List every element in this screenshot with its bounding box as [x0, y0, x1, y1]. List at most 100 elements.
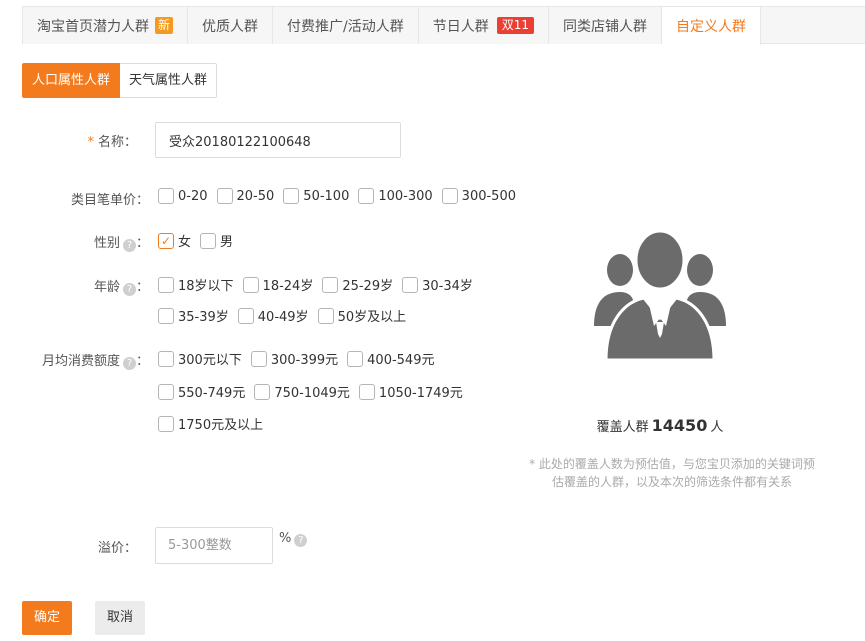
option-label: 0-20: [178, 188, 208, 204]
age-option-25-29[interactable]: 25-29岁: [322, 275, 393, 294]
tab-label: 淘宝首页潜力人群: [37, 18, 149, 35]
option-label: 100-300: [378, 188, 433, 204]
spend-option-under300[interactable]: 300元以下: [158, 349, 242, 368]
coverage-note: * 此处的覆盖人数为预估值，与您宝贝添加的关键词预估覆盖的人群，以及本次的筛选条…: [529, 457, 815, 489]
age-label: 年龄?：: [94, 276, 149, 296]
tab-custom[interactable]: 自定义人群: [662, 7, 762, 45]
option-label: 25-29岁: [342, 279, 394, 294]
checkbox[interactable]: [158, 276, 174, 293]
help-icon[interactable]: ?: [294, 534, 308, 547]
price-option-50-100[interactable]: 50-100: [283, 188, 349, 204]
gender-label: 性别?：: [94, 232, 149, 252]
option-label: 50岁及以上: [337, 310, 407, 325]
price-option-100-300[interactable]: 100-300: [358, 188, 433, 204]
colon: ：: [135, 236, 149, 251]
option-label: 1750元及以上: [178, 418, 264, 433]
gender-option-male[interactable]: 男: [200, 231, 233, 250]
premium-label: 溢价：: [97, 541, 137, 556]
age-option-40-49[interactable]: 40-49岁: [237, 306, 309, 325]
option-label: 300-500: [461, 188, 516, 204]
percent-sign: %: [279, 531, 292, 546]
checkbox[interactable]: [358, 188, 375, 204]
checkbox[interactable]: [158, 350, 174, 367]
checkbox[interactable]: [158, 188, 174, 204]
colon: ：: [135, 354, 149, 369]
people-group-icon: [594, 229, 726, 362]
spend-option-750-1049[interactable]: 750-1049元: [254, 382, 350, 401]
tab-similar-shop[interactable]: 同类店铺人群: [549, 7, 663, 44]
spend-option-300-399[interactable]: 300-399元: [250, 349, 338, 368]
checkbox[interactable]: [402, 276, 419, 293]
tab-holiday[interactable]: 节日人群 双11: [418, 7, 550, 44]
checkbox[interactable]: [200, 232, 217, 249]
age-option-35-39[interactable]: 35-39岁: [158, 306, 229, 325]
age-option-under18[interactable]: 18岁以下: [158, 275, 234, 294]
option-label: 750-1049元: [274, 386, 350, 401]
subtab-demographic[interactable]: 人口属性人群: [22, 63, 121, 98]
option-label: 40-49岁: [257, 310, 309, 325]
tab-quality[interactable]: 优质人群: [188, 7, 274, 44]
spend-option-550-749[interactable]: 550-749元: [158, 382, 245, 401]
age-option-30-34[interactable]: 30-34岁: [402, 275, 473, 294]
help-icon[interactable]: ?: [122, 283, 136, 296]
tab-paid-promotion[interactable]: 付费推广/活动人群: [273, 7, 419, 44]
checkbox[interactable]: [283, 188, 300, 204]
option-label: 30-34岁: [422, 279, 473, 294]
tab-taobao-potential[interactable]: 淘宝首页潜力人群 新: [23, 7, 189, 44]
spend-options-row2: 550-749元 750-1049元 1050-1749元: [158, 382, 472, 401]
new-badge: 新: [155, 17, 174, 34]
price-option-20-50[interactable]: 20-50: [216, 188, 275, 204]
age-label-text: 年龄: [93, 280, 120, 295]
coverage-prefix: 覆盖人群: [596, 420, 649, 435]
checkbox[interactable]: [317, 307, 334, 324]
checkmark-icon[interactable]: ✓: [158, 232, 174, 249]
gender-options: ✓ 女 男: [158, 231, 242, 250]
checkbox[interactable]: [322, 276, 339, 293]
price-option-300-500[interactable]: 300-500: [441, 188, 516, 204]
crowd-tabs: 淘宝首页潜力人群 新 优质人群 付费推广/活动人群 节日人群 双11 同类店铺人…: [22, 6, 865, 45]
option-label: 550-749元: [178, 386, 246, 401]
price-option-0-20[interactable]: 0-20: [158, 188, 208, 204]
checkbox[interactable]: [242, 276, 259, 293]
tab-label: 自定义人群: [676, 19, 747, 35]
checkbox[interactable]: [441, 188, 458, 204]
option-label: 男: [220, 235, 234, 250]
checkbox[interactable]: [254, 383, 271, 400]
checkbox[interactable]: [250, 350, 267, 367]
age-options-row1: 18岁以下 18-24岁 25-29岁 30-34岁: [158, 275, 482, 294]
help-icon[interactable]: ?: [122, 357, 136, 370]
checkbox[interactable]: [358, 383, 375, 400]
checkbox[interactable]: [237, 307, 254, 324]
checkbox[interactable]: [216, 188, 233, 204]
option-label: 20-50: [236, 188, 275, 204]
tab-label: 付费推广/活动人群: [287, 18, 404, 35]
cancel-button[interactable]: 取消: [95, 601, 146, 635]
age-option-18-24[interactable]: 18-24岁: [242, 275, 313, 294]
gender-label-text: 性别: [93, 236, 120, 251]
option-label: 50-100: [303, 188, 350, 204]
help-icon[interactable]: ?: [122, 239, 136, 252]
option-label: 400-549元: [367, 353, 435, 368]
gender-option-female[interactable]: ✓ 女: [158, 231, 191, 250]
premium-unit: %?: [279, 531, 308, 547]
name-label-text: 名称：: [97, 135, 137, 150]
premium-input[interactable]: [155, 527, 273, 564]
attribute-subtabs: 人口属性人群 天气属性人群: [22, 63, 218, 98]
subtab-weather[interactable]: 天气属性人群: [120, 63, 218, 98]
coverage-suffix: 人: [710, 420, 724, 435]
spend-option-1050-1749[interactable]: 1050-1749元: [358, 382, 463, 401]
spend-option-400-549[interactable]: 400-549元: [347, 349, 434, 368]
name-label: * 名称：: [87, 131, 137, 150]
checkbox[interactable]: [347, 350, 364, 367]
checkbox[interactable]: [158, 383, 174, 400]
tab-label: 节日人群: [432, 18, 489, 35]
price-label: 类目笔单价：: [70, 193, 149, 208]
checkbox[interactable]: [158, 415, 174, 432]
spend-option-1750-plus[interactable]: 1750元及以上: [158, 414, 263, 433]
name-input[interactable]: [155, 122, 401, 158]
age-option-50-plus[interactable]: 50岁及以上: [317, 306, 407, 325]
confirm-button[interactable]: 确定: [22, 601, 73, 635]
spend-options-row1: 300元以下 300-399元 400-549元: [158, 349, 443, 368]
coverage-count: 14450: [651, 416, 708, 435]
checkbox[interactable]: [158, 307, 174, 324]
